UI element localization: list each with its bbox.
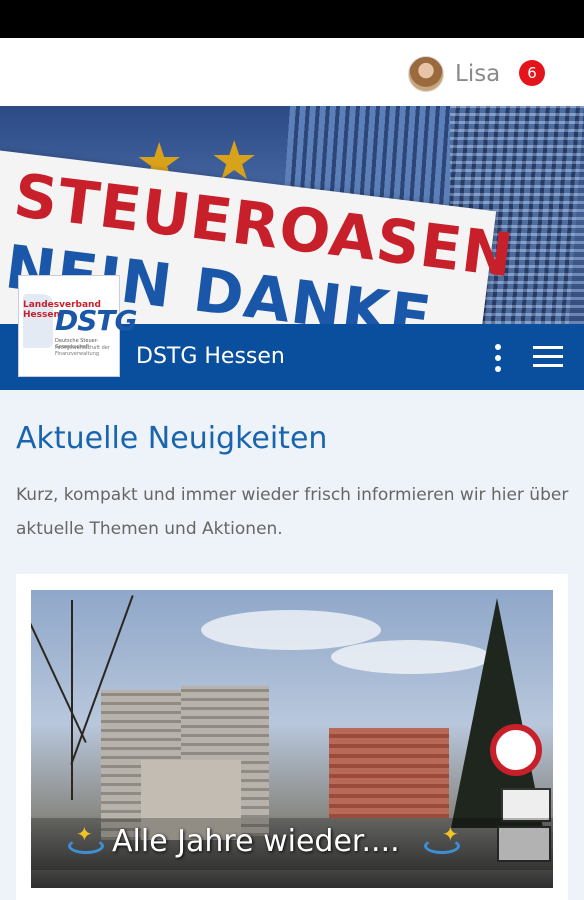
user-name[interactable]: Lisa [455, 58, 500, 90]
notification-badge[interactable]: 6 [519, 60, 545, 86]
no-entry-sign [490, 724, 542, 776]
bare-tree [31, 597, 87, 743]
logo-subtitle-2: Fachgewerkschaft der Finanzverwaltung [55, 345, 110, 357]
status-bar [0, 0, 584, 38]
sparkle-icon: ✦ [442, 822, 459, 846]
logo-wordmark: DSTG [55, 304, 137, 337]
avatar[interactable] [408, 56, 444, 92]
section-intro: Kurz, kompakt und immer wieder frisch in… [16, 485, 569, 539]
hamburger-menu-icon[interactable] [533, 346, 563, 368]
cloud [331, 640, 491, 674]
site-name[interactable]: DSTG Hessen [136, 340, 285, 374]
section-title: Aktuelle Neuigkeiten [16, 421, 328, 456]
sparkle-icon: ✦ [76, 822, 93, 846]
bare-tree [71, 600, 73, 800]
more-vert-icon[interactable] [488, 344, 508, 372]
brick-building [329, 728, 449, 818]
dstg-logo[interactable]: Landesverband Hessen DSTG Deutsche Steue… [18, 275, 137, 377]
logo-side-text: Landesverband Hessen [23, 300, 101, 320]
news-caption[interactable]: Alle Jahre wieder.... [112, 820, 400, 864]
street-sign [501, 788, 551, 822]
